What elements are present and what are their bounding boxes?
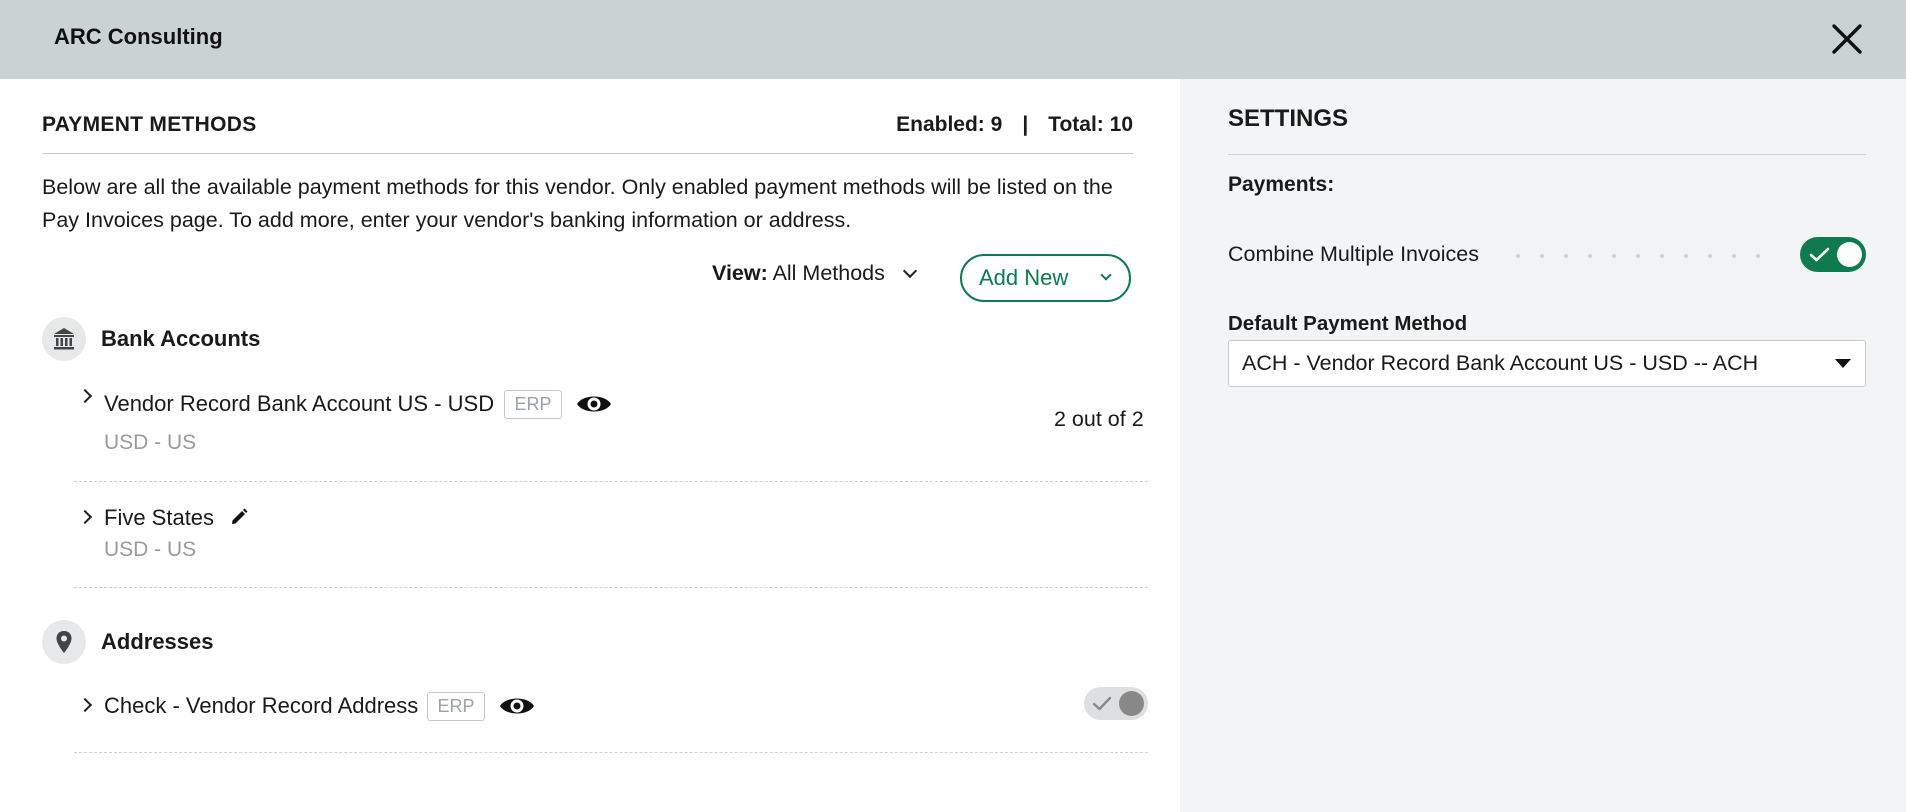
erp-badge: ERP — [427, 692, 485, 721]
payment-methods-stats: Enabled: 9 | Total: 10 — [896, 113, 1133, 137]
default-payment-method-value: ACH - Vendor Record Bank Account US - US… — [1242, 351, 1759, 375]
combine-invoices-label: Combine Multiple Invoices — [1228, 242, 1479, 266]
chevron-down-icon — [1100, 269, 1112, 281]
view-value: All Methods — [772, 261, 885, 285]
settings-panel: SETTINGS Payments: Combine Multiple Invo… — [1180, 79, 1906, 812]
close-icon[interactable] — [1828, 20, 1866, 58]
bank-accounts-title: Bank Accounts — [101, 326, 261, 351]
check-icon — [1809, 247, 1830, 262]
payment-methods-title: PAYMENT METHODS — [42, 113, 257, 136]
row-divider — [74, 752, 1148, 753]
payment-methods-panel: PAYMENT METHODS Enabled: 9 | Total: 10 Bel… — [0, 79, 1180, 812]
expand-chevron-icon[interactable] — [77, 697, 93, 713]
stats-separator: | — [1022, 113, 1029, 136]
toggle-knob — [1837, 242, 1862, 267]
add-new-label: Add New — [979, 265, 1069, 290]
default-payment-method-select[interactable]: ACH - Vendor Record Bank Account US - US… — [1228, 340, 1866, 387]
window-header: ARC Consulting — [0, 0, 1906, 79]
dotted-leader — [1506, 254, 1766, 258]
add-new-button[interactable]: Add New — [960, 254, 1131, 302]
divider — [42, 153, 1133, 154]
view-label: View: — [712, 261, 768, 285]
address-name: Check - Vendor Record Address — [104, 693, 419, 718]
check-icon — [1092, 696, 1112, 711]
eye-icon[interactable] — [575, 390, 613, 418]
row-divider — [74, 481, 1148, 482]
view-filter-dropdown[interactable]: View: All Methods — [712, 261, 917, 286]
addresses-title: Addresses — [101, 629, 214, 654]
expand-chevron-icon[interactable] — [77, 388, 93, 404]
payment-methods-description: Below are all the available payment meth… — [42, 175, 1113, 232]
total-count: Total: 10 — [1048, 113, 1133, 136]
row-divider — [74, 587, 1148, 588]
location-pin-icon — [42, 620, 86, 664]
pencil-icon[interactable] — [230, 508, 248, 526]
eye-icon[interactable] — [498, 692, 536, 720]
address-enable-toggle[interactable] — [1084, 687, 1148, 720]
settings-title: SETTINGS — [1228, 105, 1349, 132]
enabled-count-badge: 2 out of 2 — [1054, 407, 1144, 431]
bank-account-currency: USD - US — [104, 538, 197, 561]
payments-label: Payments: — [1228, 173, 1335, 196]
caret-down-icon — [1835, 359, 1851, 368]
bank-account-name: Vendor Record Bank Account US - USD — [104, 391, 495, 416]
toggle-knob — [1119, 691, 1144, 716]
enabled-count: Enabled: 9 — [896, 113, 1003, 136]
window-title: ARC Consulting — [54, 24, 223, 49]
default-payment-method-label: Default Payment Method — [1228, 312, 1468, 335]
bank-account-currency: USD - US — [104, 431, 197, 454]
erp-badge: ERP — [504, 390, 562, 419]
bank-icon — [42, 317, 86, 361]
bank-account-name: Five States — [104, 505, 215, 530]
combine-invoices-toggle[interactable] — [1800, 237, 1866, 272]
divider — [1228, 154, 1866, 155]
expand-chevron-icon[interactable] — [77, 509, 93, 525]
chevron-down-icon — [902, 263, 917, 279]
